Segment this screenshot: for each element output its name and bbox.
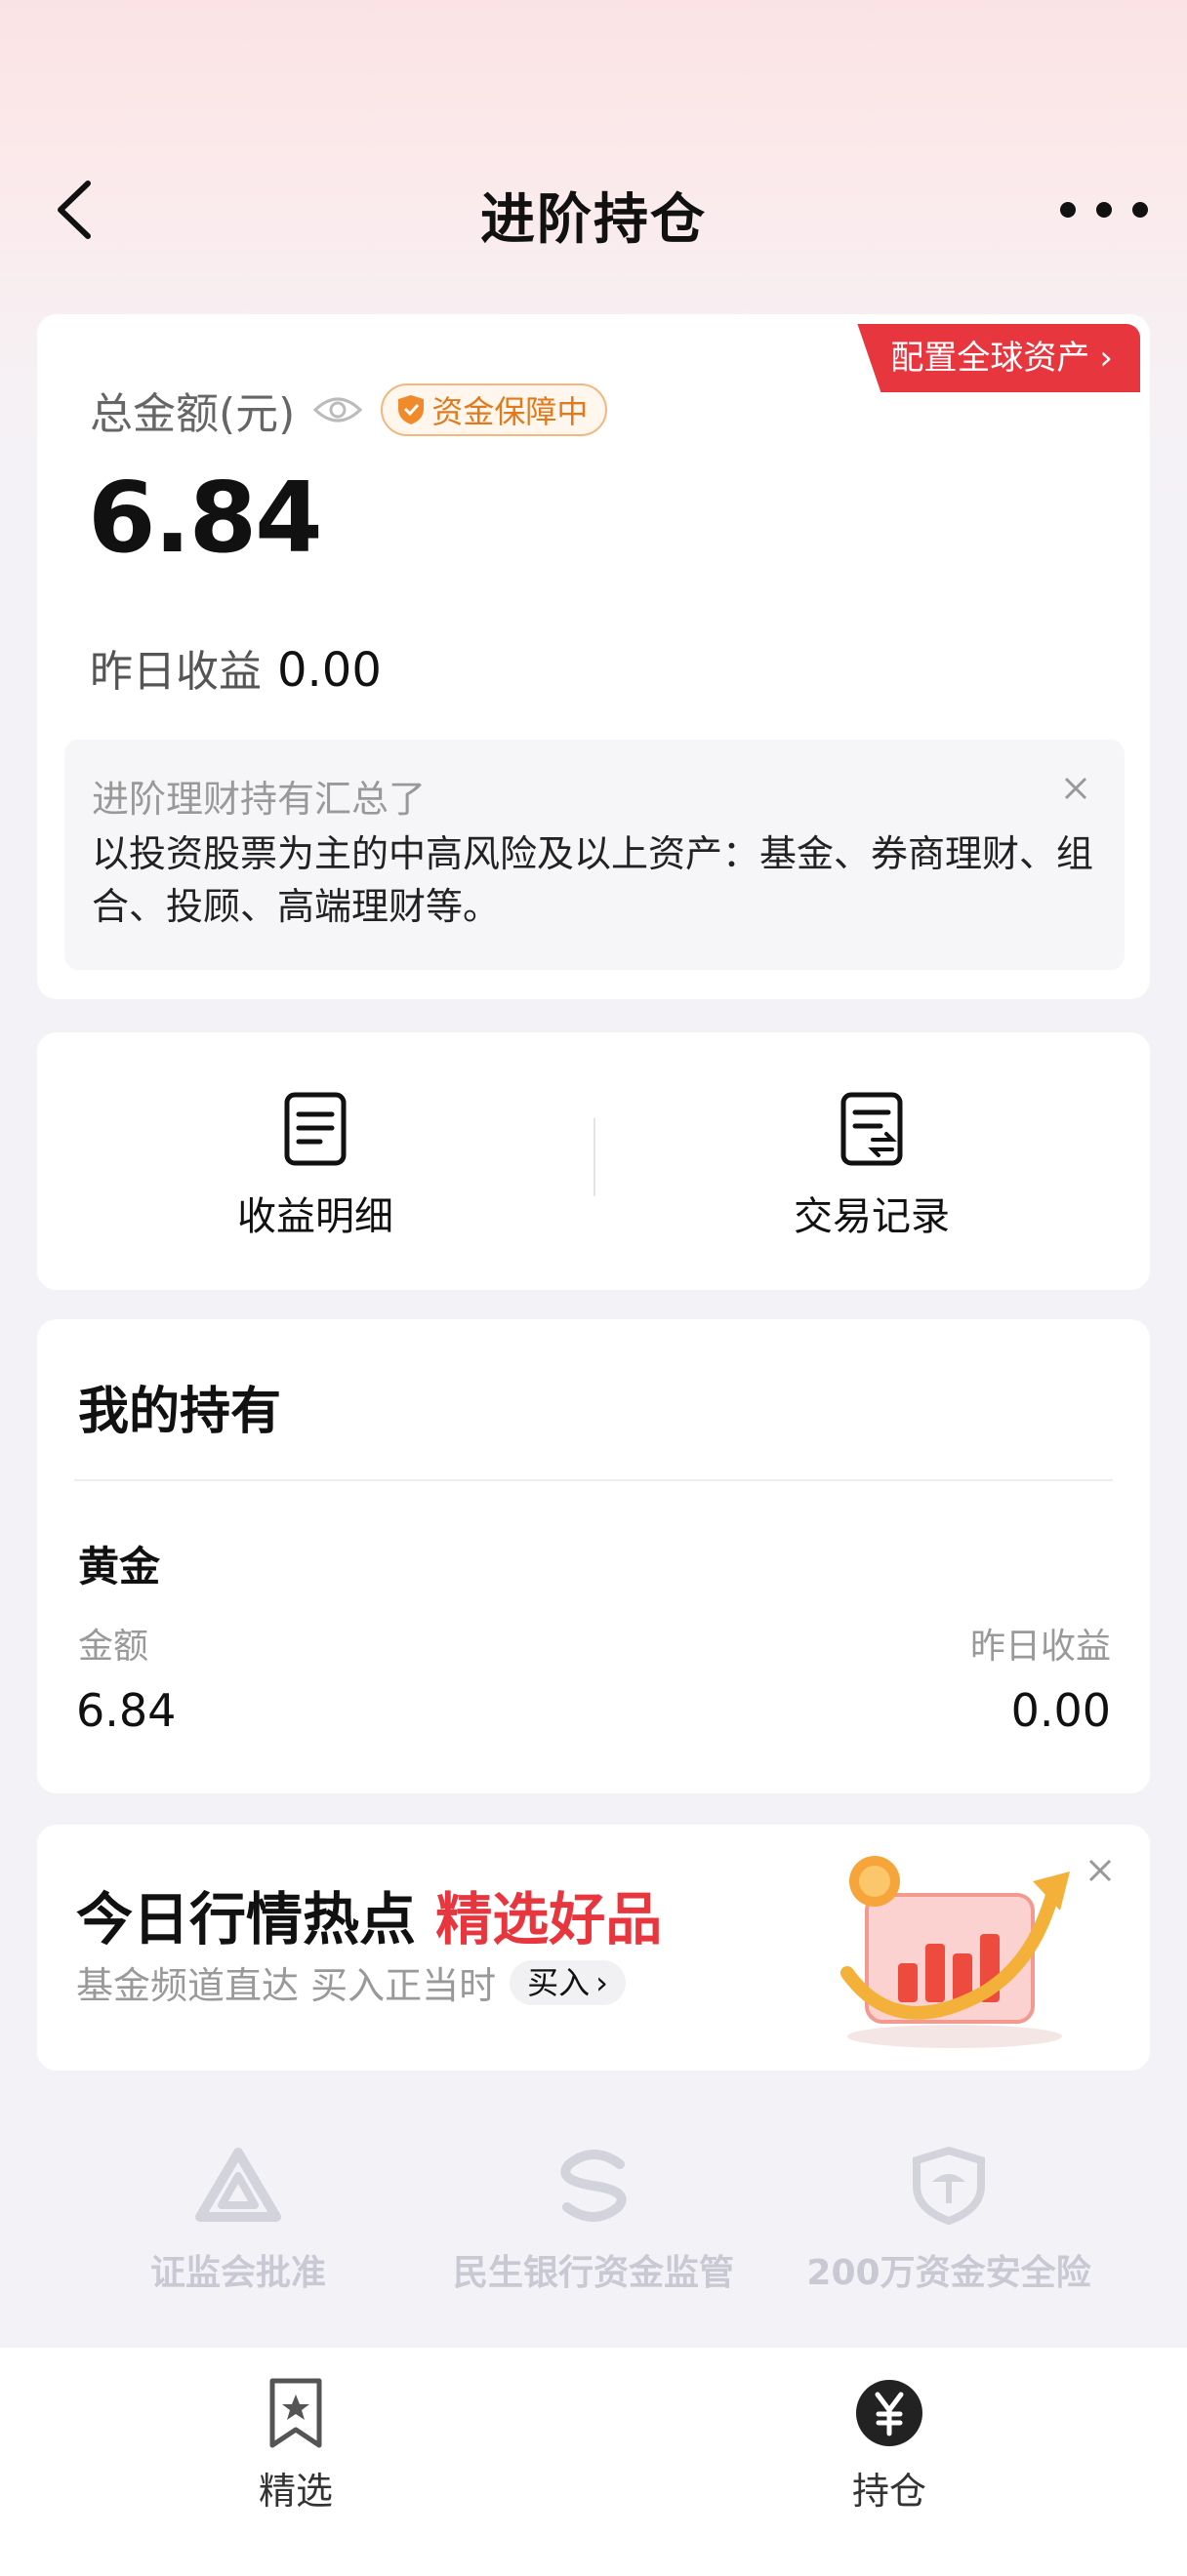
shield-check-icon [398,395,425,424]
trust-item-csrc: 证监会批准 [62,2147,414,2295]
promo-banner[interactable]: 今日行情热点 精选好品 基金频道直达 买入正当时 买入 › [37,1825,1150,2071]
more-dot-icon [1096,202,1112,218]
page: 进阶持仓 配置全球资产 › 总金额(元) 资金保障中 6.84 昨日收益 0.0… [0,0,1187,2576]
more-dot-icon [1132,202,1148,218]
holding-name: 黄金 [78,1543,161,1590]
global-assets-label: 配置全球资产 [890,339,1090,378]
nav-bar: 进阶持仓 [0,146,1187,273]
promo-title: 今日行情热点 精选好品 [76,1873,662,1955]
close-icon[interactable] [1056,769,1095,808]
fund-guard-badge: 资金保障中 [381,383,608,436]
holdings-divider [74,1479,1113,1481]
promo-subtitle: 基金频道直达 买入正当时 [76,1964,497,2007]
chevron-right-icon: › [1099,339,1113,378]
minsheng-logo-icon [560,2150,627,2222]
holdings-title: 我的持有 [78,1383,282,1441]
global-assets-tag[interactable]: 配置全球资产 › [857,324,1140,392]
trust-label: 200万资金安全险 [806,2253,1091,2293]
tab-featured[interactable]: 精选 [198,2377,393,2515]
exchange-record-icon [840,1092,903,1166]
total-label-row: 总金额(元) 资金保障中 [90,379,608,441]
chevron-right-icon: › [595,1963,608,2001]
holdings-card: 我的持有 黄金 金额 昨日收益 6.84 0.00 [37,1319,1150,1793]
earnings-detail-label: 收益明细 [237,1194,393,1239]
promo-title-highlight: 精选好品 [435,1886,663,1952]
transaction-record-label: 交易记录 [794,1194,950,1239]
trust-item-insurance: 200万资金安全险 [773,2147,1125,2295]
bookmark-star-icon [269,2378,322,2448]
tab-holdings[interactable]: 持仓 [792,2377,987,2515]
earnings-detail-button[interactable]: 收益明细 [169,1091,462,1241]
promo-subtitle-row: 基金频道直达 买入正当时 买入 › [76,1955,626,2009]
yesterday-earnings-row: 昨日收益 0.00 [90,636,382,699]
close-icon[interactable] [1084,1854,1117,1887]
yesterday-earnings-value: 0.00 [277,643,382,698]
buy-button[interactable]: 买入 › [510,1959,626,2005]
summary-card: 配置全球资产 › 总金额(元) 资金保障中 6.84 昨日收益 0.00 进阶理… [37,314,1150,999]
tab-label: 持仓 [851,2470,926,2513]
eye-icon[interactable] [312,392,363,427]
yesterday-earnings-label: 昨日收益 [90,647,262,697]
holding-amount-value: 6.84 [76,1684,177,1737]
notice-body: 以投资股票为主的中高风险及以上资产：基金、券商理财、组合、投顾、高端理财等。 [92,832,1094,928]
notice-title: 进阶理财持有汇总了 [92,778,427,821]
holding-yday-value: 0.00 [1010,1684,1111,1737]
promo-title-main: 今日行情热点 [76,1886,417,1952]
bottom-tab-bar: 精选 持仓 [0,2348,1187,2576]
holding-yday-label: 昨日收益 [969,1627,1111,1667]
transaction-record-button[interactable]: 交易记录 [725,1091,1018,1241]
action-card: 收益明细 交易记录 [37,1032,1150,1290]
tab-label: 精选 [258,2470,333,2513]
trust-item-minsheng: 民生银行资金监管 [418,2147,769,2295]
page-title: 进阶持仓 [480,188,707,252]
action-divider [594,1118,595,1196]
summary-notice: 进阶理财持有汇总了 以投资股票为主的中高风险及以上资产：基金、券商理财、组合、投… [64,740,1125,970]
insurance-shield-icon [913,2147,985,2225]
buy-label: 买入 [527,1963,591,2001]
chart-illustration-icon [840,1856,1070,2048]
more-button[interactable] [1060,185,1148,234]
document-icon [284,1092,347,1166]
trust-label: 证监会批准 [149,2253,326,2293]
fund-guard-label: 资金保障中 [431,393,589,430]
csrc-logo-icon [195,2148,281,2222]
total-amount-value: 6.84 [88,461,323,575]
trust-label: 民生银行资金监管 [452,2253,734,2293]
yuan-coin-icon [856,2380,922,2446]
total-amount-label: 总金额(元) [90,389,296,439]
more-dot-icon [1060,202,1076,218]
holding-amount-label: 金额 [78,1627,149,1667]
